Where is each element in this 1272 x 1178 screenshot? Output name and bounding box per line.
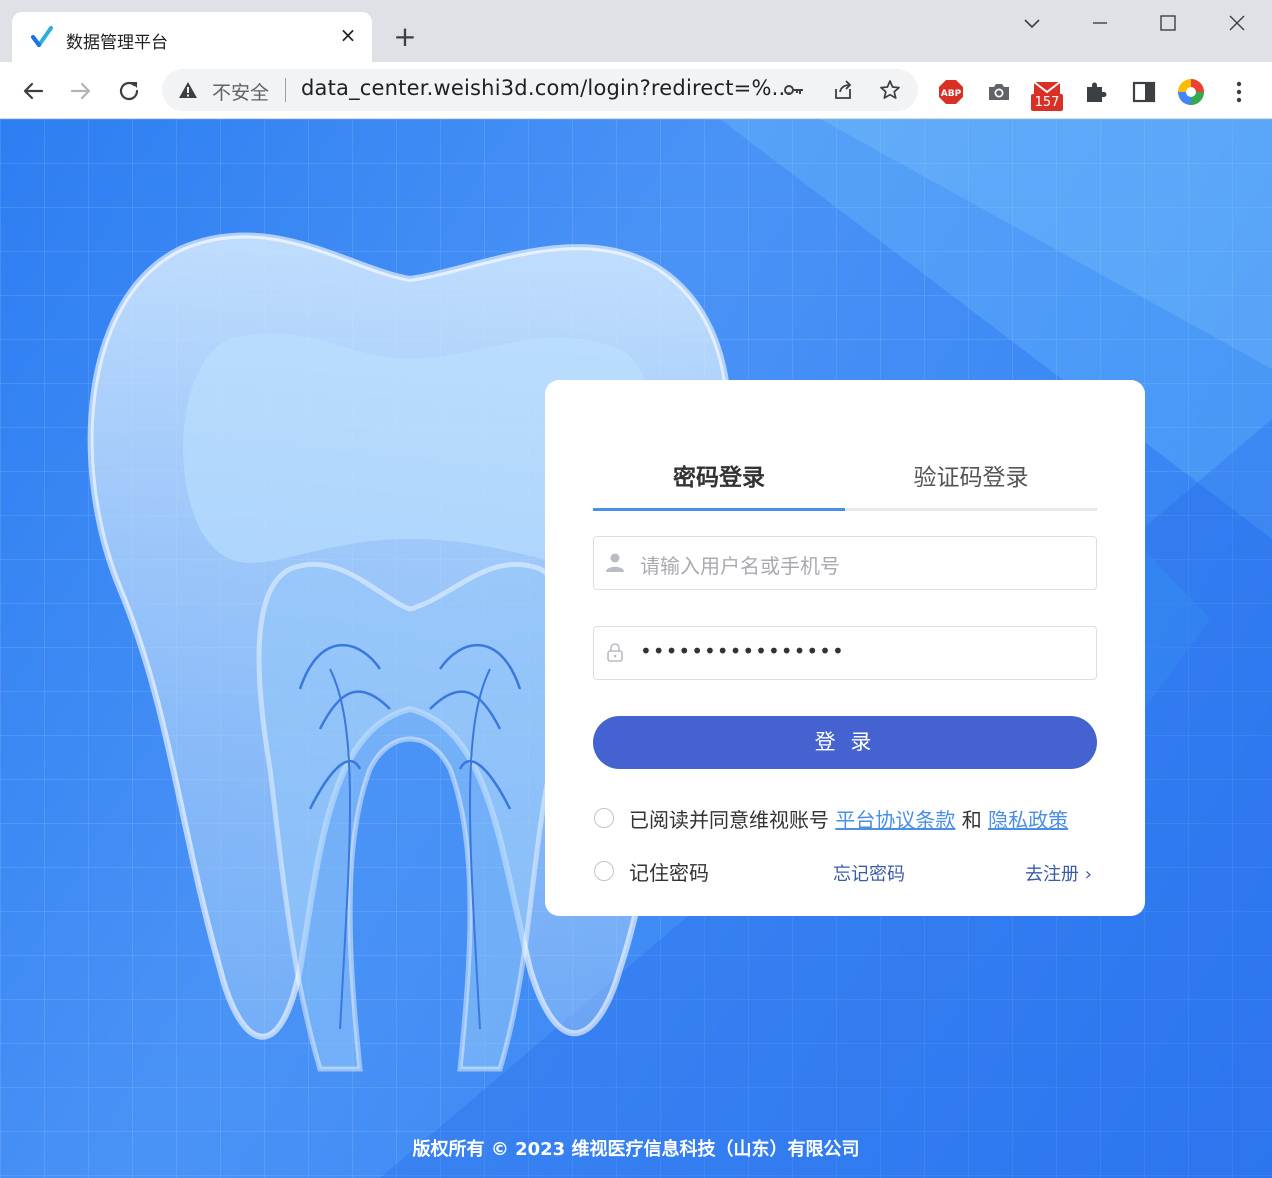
reload-icon[interactable]	[114, 76, 144, 106]
tab-title: 数据管理平台	[66, 33, 168, 53]
lock-icon	[607, 643, 623, 662]
agreement-prefix: 已阅读并同意维视账号	[629, 808, 829, 832]
agreement-text: 已阅读并同意维视账号 平台协议条款 和 隐私政策	[629, 804, 1068, 833]
forgot-password-link[interactable]: 忘记密码	[833, 860, 905, 886]
browser-menu-icon[interactable]	[1225, 78, 1253, 106]
warning-triangle-icon[interactable]	[178, 80, 198, 100]
new-tab-button[interactable]: +	[392, 23, 418, 51]
site-favicon-icon	[31, 26, 53, 47]
omnibox-separator	[285, 78, 286, 102]
browser-tab-strip: 数据管理平台 × +	[0, 0, 1272, 62]
forward-arrow-icon[interactable]	[66, 76, 96, 106]
key-icon[interactable]	[783, 79, 805, 101]
tab-search-icon[interactable]	[1018, 10, 1046, 38]
url-text[interactable]: data_center.weishi3d.com/login?redirect=…	[301, 76, 792, 100]
security-status-label[interactable]: 不安全	[212, 78, 269, 105]
password-input[interactable]: ••••••••••••••••	[593, 626, 1097, 680]
register-label: 去注册	[1025, 864, 1079, 885]
tab-close-icon[interactable]: ×	[337, 24, 359, 46]
register-link[interactable]: 去注册 ›	[1025, 860, 1092, 886]
login-card: 密码登录 验证码登录 请输入用户名或手机号 •••••••••••••••• 登…	[545, 380, 1145, 916]
terms-link[interactable]: 平台协议条款	[835, 808, 955, 832]
minimize-icon[interactable]	[1086, 10, 1114, 38]
tab-active-indicator	[593, 508, 845, 511]
maximize-icon[interactable]	[1154, 10, 1182, 38]
tab-code-login[interactable]: 验证码登录	[845, 458, 1097, 492]
login-page: 密码登录 验证码登录 请输入用户名或手机号 •••••••••••••••• 登…	[0, 119, 1272, 1178]
adblock-extension-icon[interactable]: ABP	[937, 78, 965, 106]
user-icon	[606, 553, 624, 572]
username-input[interactable]: 请输入用户名或手机号	[593, 536, 1097, 590]
mail-unread-badge: 157	[1031, 94, 1063, 111]
side-panel-icon[interactable]	[1130, 78, 1158, 106]
extensions-puzzle-icon[interactable]	[1082, 78, 1110, 106]
login-button[interactable]: 登 录	[593, 716, 1097, 769]
chevron-right-icon: ›	[1084, 864, 1092, 885]
password-value: ••••••••••••••••	[640, 639, 845, 663]
share-icon[interactable]	[832, 79, 854, 101]
profile-avatar-icon[interactable]	[1177, 78, 1205, 106]
svg-text:ABP: ABP	[941, 89, 962, 99]
browser-tab[interactable]: 数据管理平台 ×	[12, 12, 372, 62]
address-bar[interactable]: 不安全 data_center.weishi3d.com/login?redir…	[162, 69, 918, 111]
back-arrow-icon[interactable]	[18, 76, 48, 106]
privacy-link[interactable]: 隐私政策	[988, 808, 1068, 832]
close-window-icon[interactable]	[1223, 10, 1251, 38]
camera-extension-icon[interactable]	[985, 78, 1013, 106]
agreement-and: 和	[961, 808, 982, 832]
username-placeholder: 请输入用户名或手机号	[640, 554, 840, 578]
remember-password-checkbox[interactable]	[594, 861, 614, 881]
agreement-checkbox[interactable]	[594, 808, 614, 828]
tab-password-login[interactable]: 密码登录	[593, 458, 845, 492]
bookmark-star-icon[interactable]	[879, 79, 901, 101]
copyright-footer: 版权所有 © 2023 维视医疗信息科技（山东）有限公司	[412, 1139, 860, 1160]
remember-password-label[interactable]: 记住密码	[629, 857, 709, 886]
